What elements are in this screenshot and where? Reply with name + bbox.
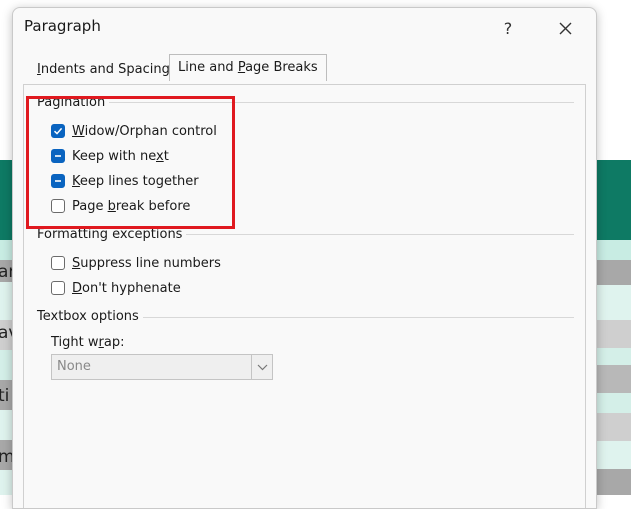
tab-line-and-page-breaks[interactable]: Line and Page Breaks [169, 54, 327, 81]
suppress-line-numbers-checkbox[interactable]: Suppress line numbers [51, 254, 221, 272]
tight-wrap-label: Tight wrap: [51, 335, 125, 350]
tight-wrap-value: None [57, 359, 91, 374]
close-icon [559, 22, 571, 34]
dialog-title: Paragraph [24, 17, 101, 35]
highlight-annotation-box [26, 96, 235, 229]
checkbox-box[interactable] [51, 256, 65, 270]
tab-divider [318, 84, 586, 85]
help-button[interactable]: ? [493, 15, 523, 41]
paragraph-dialog: Paragraph ? Indents and Spacing Line and… [12, 7, 597, 509]
checkbox-box[interactable] [51, 281, 65, 295]
background-text-fragment: ti [0, 386, 10, 406]
dont-hyphenate-checkbox[interactable]: Don't hyphenate [51, 279, 181, 297]
tight-wrap-select[interactable]: None [51, 354, 273, 380]
dialog-titlebar[interactable]: Paragraph ? [13, 8, 596, 48]
tab-divider [23, 84, 318, 85]
checkbox-label: Don't hyphenate [72, 280, 181, 296]
textbox-group-label: Textbox options [37, 309, 143, 324]
chevron-down-icon [257, 364, 267, 370]
formatting-group-label: Formatting exceptions [37, 227, 187, 242]
tab-indents-and-spacing[interactable]: Indents and Spacing [29, 57, 178, 83]
dropdown-button[interactable] [251, 355, 272, 379]
close-button[interactable] [550, 15, 580, 41]
checkbox-label: Suppress line numbers [72, 255, 221, 271]
background-sheet-right [595, 160, 631, 495]
